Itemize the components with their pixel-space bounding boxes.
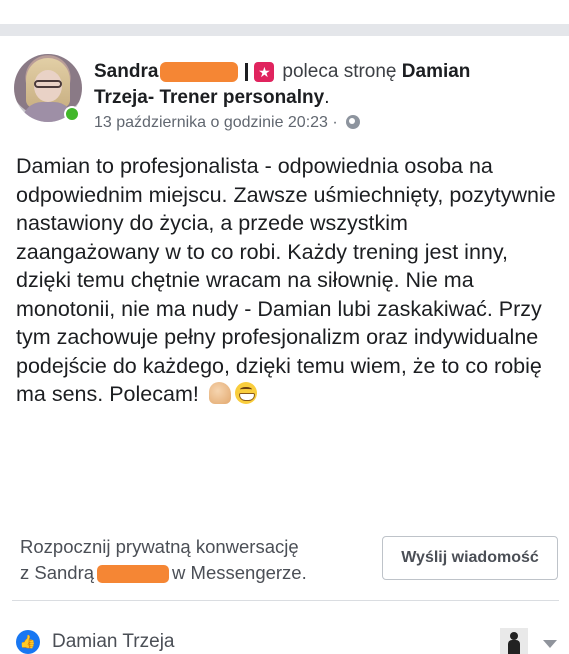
post-timestamp[interactable]: 13 października o godzinie 20:23 (94, 114, 328, 131)
globe-icon[interactable] (346, 115, 361, 129)
page-name-link[interactable]: Damian (402, 61, 471, 82)
caret-down-icon[interactable] (543, 640, 557, 648)
author-name[interactable]: Sandra (94, 61, 158, 82)
post-headline: Sandra ★ poleca stronę Damian (94, 60, 554, 84)
post-meta: 13 października o godzinie 20:23 · (94, 113, 361, 133)
section-divider (12, 600, 559, 601)
page-name-dot: . (324, 87, 330, 108)
redacted-name (97, 565, 170, 584)
page-name-continued[interactable]: Trzeja- Trener personalny (94, 87, 324, 108)
response-row: 👍 Damian Trzeja (0, 620, 569, 654)
messenger-prompt: Rozpocznij prywatną konwersację z Sandrą… (0, 526, 569, 596)
recommends-text: poleca stronę (282, 61, 397, 82)
send-message-button[interactable]: Wyślij wiadomość (382, 536, 558, 580)
responder-name[interactable]: Damian Trzeja (52, 630, 175, 654)
messenger-line2-suffix: w Messengerze. (172, 562, 307, 583)
responder-avatar[interactable] (500, 628, 528, 654)
messenger-line2-prefix: z Sandrą (20, 562, 95, 583)
like-thumb-icon: 👍 (16, 630, 40, 654)
messenger-line1: Rozpocznij prywatną konwersację (20, 536, 299, 557)
online-status-indicator (64, 106, 80, 122)
previous-post-remnant (0, 0, 569, 24)
messenger-text: Rozpocznij prywatną konwersację z Sandrą… (20, 534, 370, 586)
recommend-star-icon: ★ (254, 61, 275, 82)
flexed-biceps-emoji (208, 382, 231, 404)
page-name-line2[interactable]: Trzeja- Trener personalny. (94, 86, 329, 110)
cut-off-text (0, 0, 569, 5)
redaction-edge (240, 62, 249, 81)
post-body: Damian to profesjonalista - odpowiednia … (16, 152, 556, 409)
post-text: Damian to profesjonalista - odpowiednia … (16, 154, 556, 406)
feed-separator (0, 24, 569, 36)
grinning-emoji (234, 382, 257, 404)
meta-separator: · (332, 114, 338, 131)
redacted-surname (160, 61, 239, 82)
post-header: Sandra ★ poleca stronę Damian Trzeja- Tren… (0, 36, 569, 144)
